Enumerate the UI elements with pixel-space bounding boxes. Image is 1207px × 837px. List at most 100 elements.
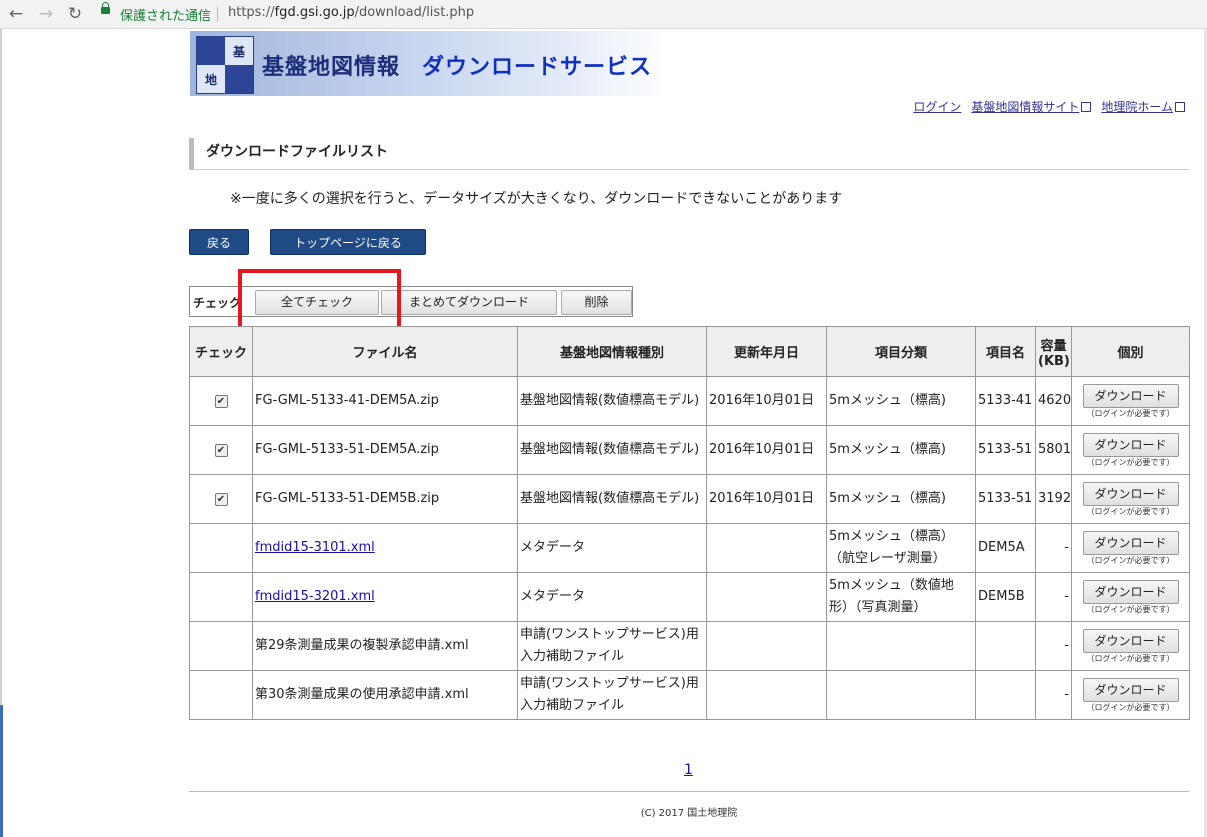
file-size: 4620 [1035,376,1072,426]
col-size: 容量(KB) [1035,326,1072,377]
download-button[interactable]: ダウンロード [1082,530,1179,555]
download-button[interactable]: ダウンロード [1082,677,1179,702]
page-link[interactable]: 1 [684,762,693,778]
gsi-home-link[interactable]: 地理院ホーム [1101,100,1185,114]
category: 5mメッシュ（標高）（航空レーザ測量） [826,523,976,573]
secure-label: 保護された通信 [120,9,212,24]
data-type: メタデータ [517,572,707,622]
delete-button[interactable]: 削除 [561,290,632,315]
file-size: - [1035,670,1072,720]
item-name [975,621,1036,671]
back-arrow-icon[interactable]: ← [6,4,26,24]
item-name: 5133-51 [975,425,1036,475]
table-header: チェック ファイル名 基盤地図情報種別 更新年月日 項目分類 項目名 容量(KB… [189,326,1190,377]
category [826,621,976,671]
address-bar[interactable]: https://fgd.gsi.go.jp/download/list.php [228,5,474,20]
data-type: メタデータ [517,523,707,573]
browser-toolbar: ← → ↻ 保護された通信 https://fgd.gsi.go.jp/down… [0,0,1207,29]
top-page-button[interactable]: トップページに戻る [270,229,426,255]
download-button[interactable]: ダウンロード [1082,383,1179,408]
file-name: 第30条測量成果の使用承認申請.xml [252,670,518,720]
url-prefix: https:// [228,5,275,20]
item-name: DEM5A [975,523,1036,573]
update-date: 2016年10月01日 [706,376,827,426]
download-button[interactable]: ダウンロード [1082,481,1179,506]
metadata-link[interactable]: fmdid15-3101.xml [255,540,375,555]
col-individual: 個別 [1071,326,1190,377]
table-row: fmdid15-3201.xml メタデータ 5mメッシュ（数値地形）（写真測量… [189,572,1190,622]
download-button[interactable]: ダウンロード [1082,579,1179,604]
table-row: fmdid15-3101.xml メタデータ 5mメッシュ（標高）（航空レーザ測… [189,523,1190,573]
external-link-icon [1081,102,1092,112]
download-button[interactable]: ダウンロード [1082,432,1179,457]
logo-mark: 基 地 [196,36,254,94]
file-size: 5801 [1035,425,1072,475]
check-label: チェック [193,296,242,310]
row-checkbox[interactable]: ✔ [214,493,228,506]
top-links: ログイン 基盤地図情報サイト 地理院ホーム [903,98,1185,115]
section-title: ダウンロードファイルリスト [189,138,1189,170]
item-name: DEM5B [975,572,1036,622]
banner-subtitle: ダウンロードサービス [422,55,653,80]
update-date [706,523,827,573]
update-date: 2016年10月01日 [706,425,827,475]
notice-text: ※一度に多くの選択を行うと、データサイズが大きくなり、ダウンロードできないことが… [230,191,843,207]
logo-char [225,65,253,93]
category: 5mメッシュ（数値地形）（写真測量） [826,572,976,622]
table-row: 第30条測量成果の使用承認申請.xml 申請(ワンストップサービス)用入力補助フ… [189,670,1190,720]
fgd-site-link-label: 基盤地図情報サイト [971,100,1080,114]
file-size: - [1035,621,1072,671]
file-name: FG-GML-5133-51-DEM5B.zip [252,474,518,524]
col-item: 項目名 [975,326,1036,377]
login-link[interactable]: ログイン [913,100,961,114]
address-separator [217,7,218,22]
logo-char: 基 [225,37,253,65]
table-row: 第29条測量成果の複製承認申請.xml 申請(ワンストップサービス)用入力補助フ… [189,621,1190,671]
logo-char: 地 [197,65,225,93]
update-date [706,670,827,720]
table-row: ✔ FG-GML-5133-41-DEM5A.zip 基盤地図情報(数値標高モデ… [189,376,1190,426]
col-category: 項目分類 [826,326,976,377]
row-checkbox[interactable]: ✔ [214,395,228,408]
file-size: - [1035,572,1072,622]
bulk-download-button[interactable]: まとめてダウンロード [381,290,557,315]
data-type: 基盤地図情報(数値標高モデル) [517,474,707,524]
login-required-note: （ログインが必要です） [1086,604,1175,614]
login-required-note: （ログインが必要です） [1086,555,1175,565]
col-file: ファイル名 [252,326,518,377]
url-path: /download/list.php [354,5,475,20]
update-date [706,621,827,671]
data-type: 申請(ワンストップサービス)用入力補助ファイル [517,670,707,720]
table-row: ✔ FG-GML-5133-51-DEM5A.zip 基盤地図情報(数値標高モデ… [189,425,1190,475]
col-type: 基盤地図情報種別 [517,326,707,377]
category: 5mメッシュ（標高) [826,425,976,475]
external-link-icon [1175,102,1185,112]
login-required-note: （ログインが必要です） [1086,506,1175,516]
gsi-home-link-label: 地理院ホーム [1101,100,1173,114]
item-name: 5133-41 [975,376,1036,426]
file-table: チェック ファイル名 基盤地図情報種別 更新年月日 項目分類 項目名 容量(KB… [189,326,1190,720]
file-size: - [1035,523,1072,573]
logo-char [197,37,225,65]
download-button[interactable]: ダウンロード [1082,628,1179,653]
row-check-empty [189,621,253,671]
file-name: FG-GML-5133-51-DEM5A.zip [252,425,518,475]
col-date: 更新年月日 [706,326,827,377]
file-name: FG-GML-5133-41-DEM5A.zip [252,376,518,426]
row-check-empty [189,670,253,720]
forward-arrow-icon[interactable]: → [36,4,56,24]
reload-icon[interactable]: ↻ [65,4,85,24]
item-name [975,670,1036,720]
footer-divider [189,791,1189,792]
back-button[interactable]: 戻る [189,229,249,255]
metadata-link[interactable]: fmdid15-3201.xml [255,589,375,604]
category: 5mメッシュ（標高) [826,376,976,426]
fgd-site-link[interactable]: 基盤地図情報サイト [971,100,1092,114]
data-type: 申請(ワンストップサービス)用入力補助ファイル [517,621,707,671]
table-row: ✔ FG-GML-5133-51-DEM5B.zip 基盤地図情報(数値標高モデ… [189,474,1190,524]
data-type: 基盤地図情報(数値標高モデル) [517,376,707,426]
row-checkbox[interactable]: ✔ [214,444,228,457]
item-name: 5133-51 [975,474,1036,524]
update-date: 2016年10月01日 [706,474,827,524]
file-name: 第29条測量成果の複製承認申請.xml [252,621,518,671]
